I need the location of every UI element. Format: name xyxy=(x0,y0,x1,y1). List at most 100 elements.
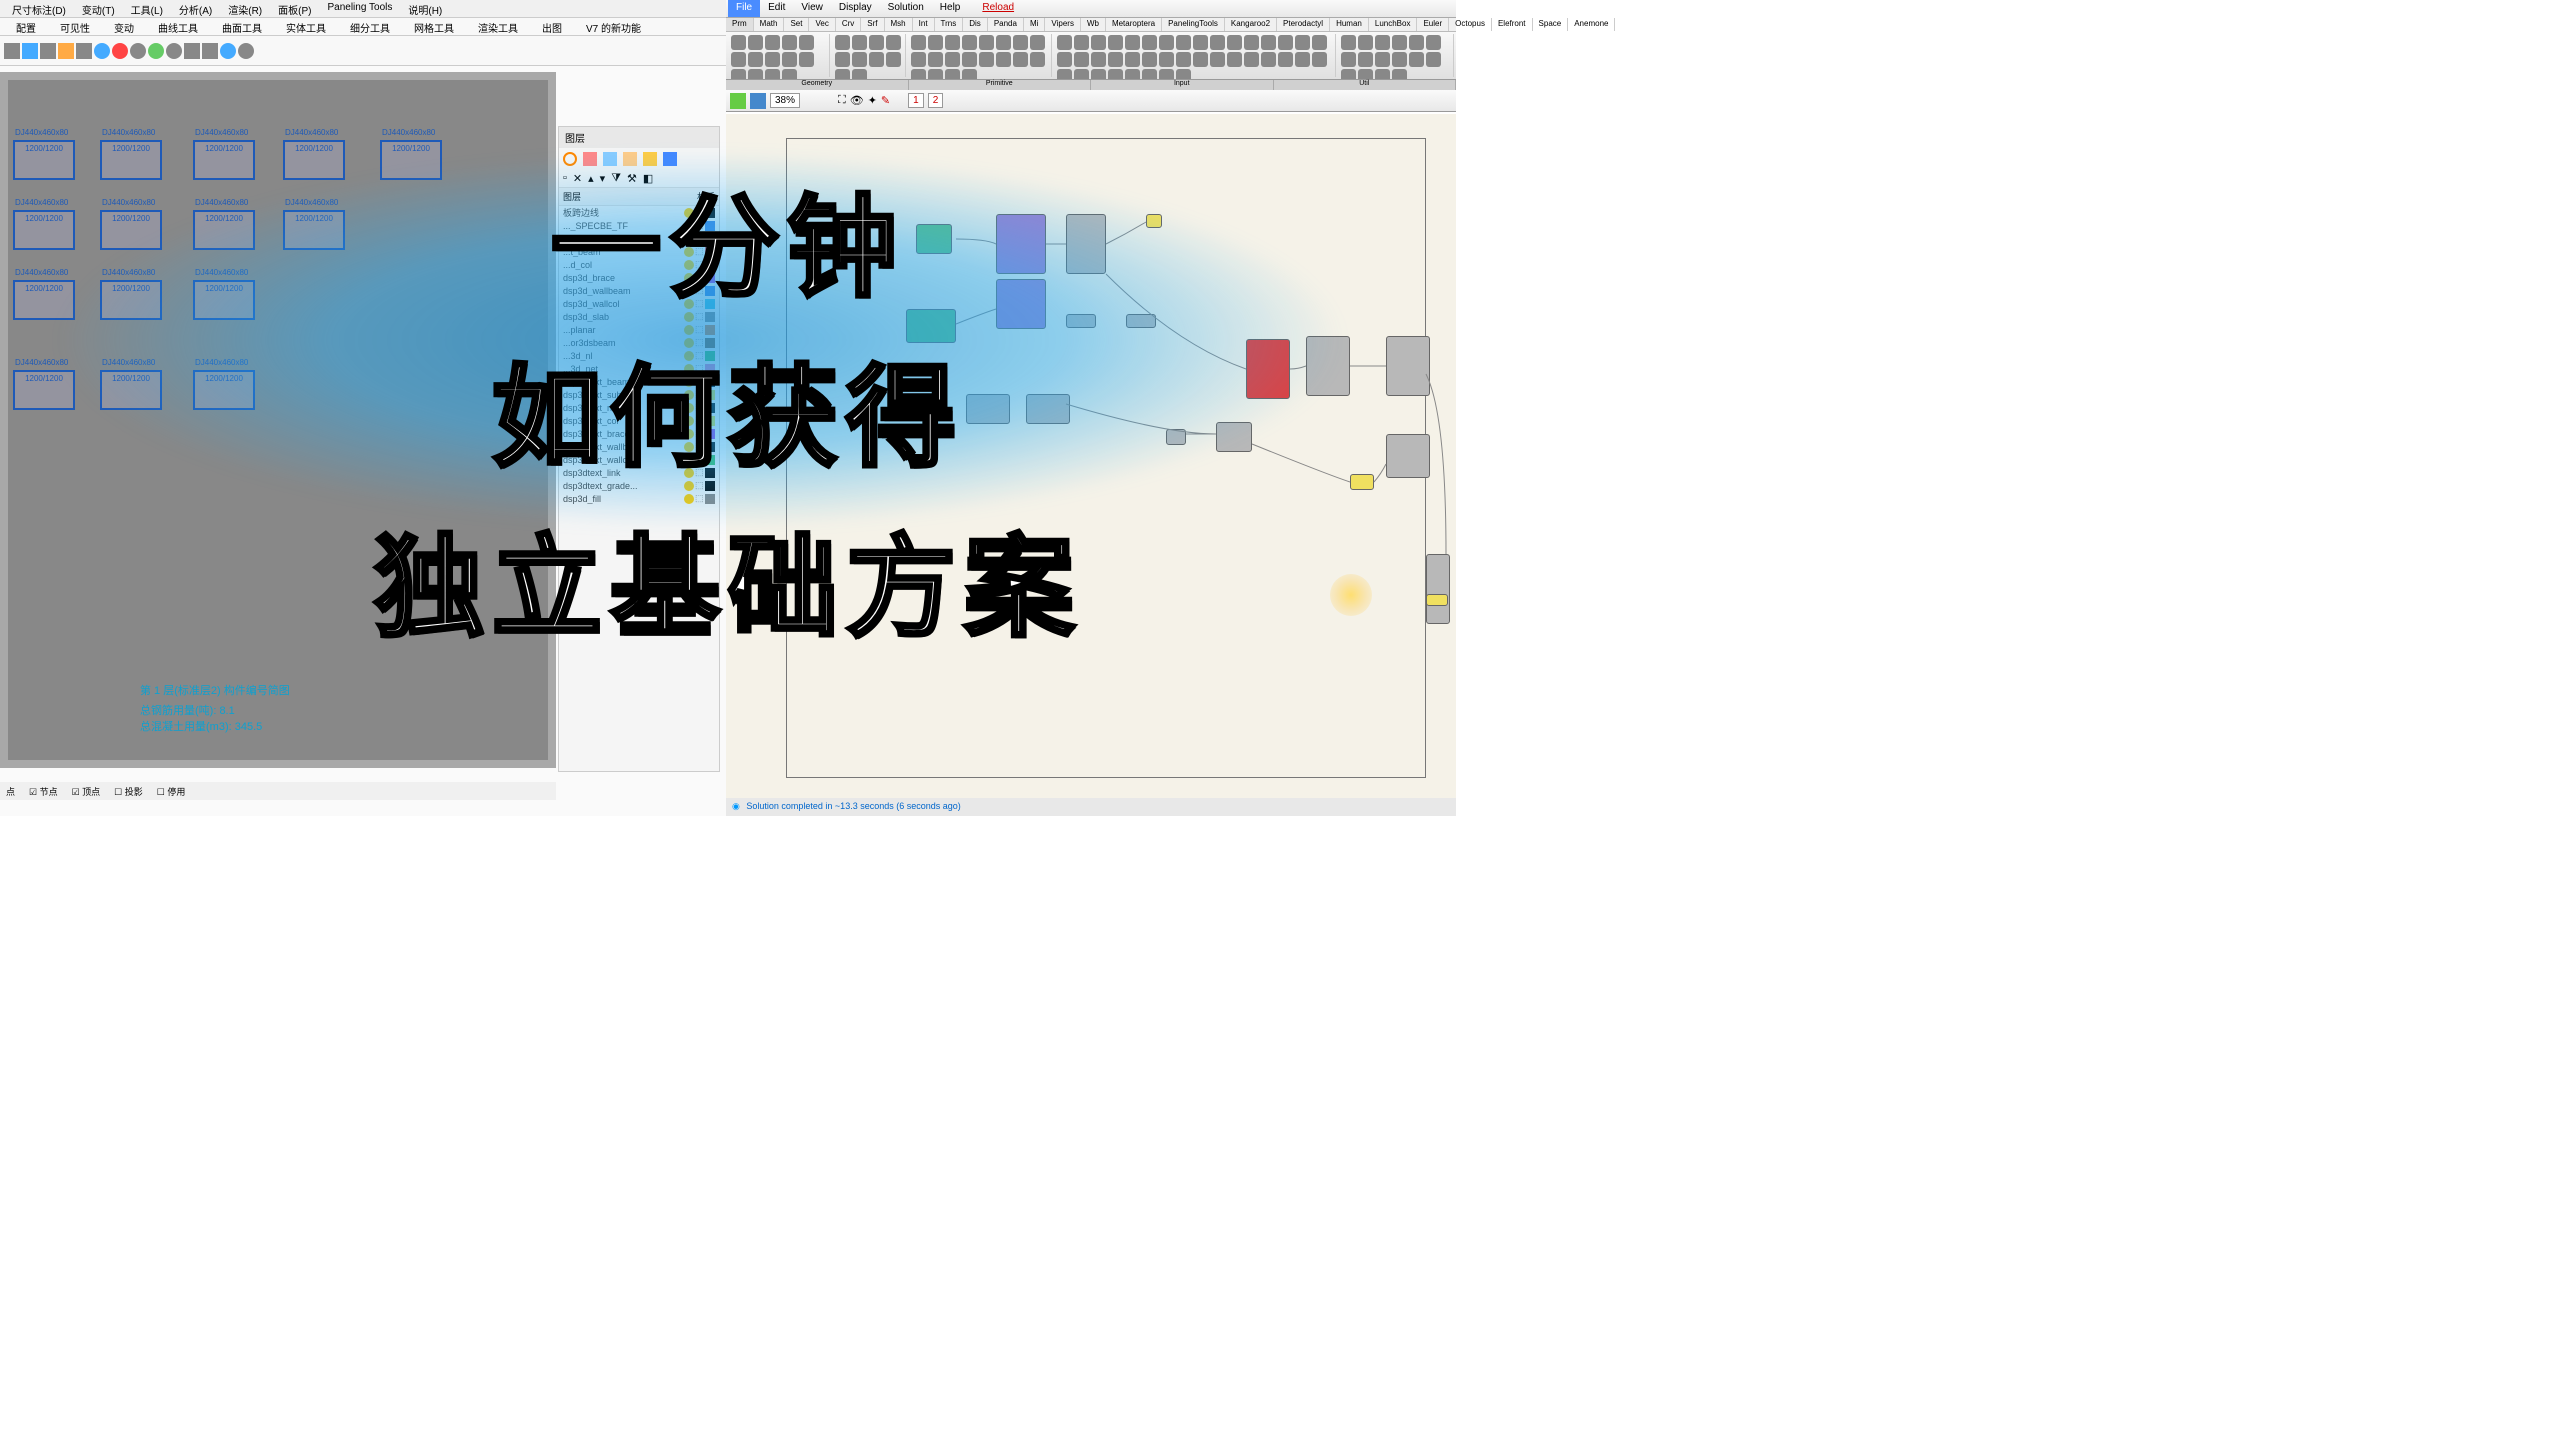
visibility-icon[interactable] xyxy=(684,221,694,231)
gh-component-icon[interactable] xyxy=(945,35,960,50)
gh-plugin-tab[interactable]: Trns xyxy=(935,18,964,31)
footing-block[interactable]: DJ440x460x80 1200/1200 xyxy=(283,210,345,250)
color-swatch[interactable] xyxy=(705,351,715,361)
gh-component-icon[interactable] xyxy=(1142,69,1157,80)
color-swatch[interactable] xyxy=(705,299,715,309)
footing-block[interactable]: DJ440x460x80 1200/1200 xyxy=(100,210,162,250)
gh-node[interactable] xyxy=(1166,429,1186,445)
gh-component-icon[interactable] xyxy=(1295,52,1310,67)
gh-component-icon[interactable] xyxy=(1409,52,1424,67)
lock-icon[interactable]: ⬚ xyxy=(695,376,703,387)
layer-row[interactable]: dsp3dtext_brace ⬚ xyxy=(559,427,719,440)
cplane-icon[interactable] xyxy=(22,43,38,59)
layer-row[interactable]: 板跨边线 ⬚ xyxy=(559,206,719,219)
gh-plugin-tab[interactable]: Int xyxy=(913,18,935,31)
lock-icon[interactable]: ⬚ xyxy=(695,454,703,465)
rhino-tab-item[interactable]: 渲染工具 xyxy=(466,18,530,35)
gh-node[interactable] xyxy=(1306,336,1350,396)
rhino-tab-item[interactable]: 曲线工具 xyxy=(146,18,210,35)
gh-component-icon[interactable] xyxy=(1125,35,1140,50)
gh-component-icon[interactable] xyxy=(748,52,763,67)
gh-component-icon[interactable] xyxy=(1392,52,1407,67)
lock-icon[interactable]: ⬚ xyxy=(695,428,703,439)
gh-plugin-tab[interactable]: Dis xyxy=(963,18,988,31)
gh-node[interactable] xyxy=(1146,214,1162,228)
gh-component-icon[interactable] xyxy=(1193,52,1208,67)
gh-component-icon[interactable] xyxy=(1409,35,1424,50)
gh-component-icon[interactable] xyxy=(1227,35,1242,50)
osnap-item[interactable]: 点 xyxy=(6,785,15,797)
gh-component-icon[interactable] xyxy=(1210,35,1225,50)
view-1-button[interactable]: 1 xyxy=(908,93,924,108)
layer-row[interactable]: ...3d_net ⬚ xyxy=(559,362,719,375)
rhino-menu-item[interactable]: Paneling Tools xyxy=(319,0,400,17)
gh-component-icon[interactable] xyxy=(731,52,746,67)
visibility-icon[interactable] xyxy=(684,208,694,218)
wand-icon[interactable]: ✦ xyxy=(868,94,877,107)
preview-icon[interactable]: 👁 xyxy=(850,94,864,107)
visibility-icon[interactable] xyxy=(684,234,694,244)
footing-block[interactable]: DJ440x460x80 1200/1200 xyxy=(13,370,75,410)
gh-node[interactable] xyxy=(1126,314,1156,328)
gh-component-icon[interactable] xyxy=(1074,69,1089,80)
gh-component-icon[interactable] xyxy=(869,52,884,67)
layer-row[interactable]: dsp3d_fill ⬚ xyxy=(559,492,719,505)
gh-menu-item[interactable]: Help xyxy=(932,0,969,17)
open-icon[interactable] xyxy=(730,93,746,109)
gh-component-icon[interactable] xyxy=(1193,35,1208,50)
lock-icon[interactable]: ⬚ xyxy=(695,402,703,413)
rhino-tab-item[interactable]: 曲面工具 xyxy=(210,18,274,35)
gh-component-icon[interactable] xyxy=(765,35,780,50)
gh-plugin-tab[interactable]: Octopus xyxy=(1449,18,1492,31)
gh-component-icon[interactable] xyxy=(979,35,994,50)
visibility-icon[interactable] xyxy=(684,390,694,400)
gh-component-icon[interactable] xyxy=(731,69,746,80)
lock-icon[interactable]: ⬚ xyxy=(695,441,703,452)
gh-node[interactable] xyxy=(916,224,952,254)
gh-node[interactable] xyxy=(1426,554,1450,624)
gh-component-icon[interactable] xyxy=(1392,35,1407,50)
color-swatch[interactable] xyxy=(705,455,715,465)
footing-block[interactable]: DJ440x460x80 1200/1200 xyxy=(193,210,255,250)
visibility-icon[interactable] xyxy=(684,351,694,361)
gh-node[interactable] xyxy=(1026,394,1070,424)
lock-icon[interactable]: ⬚ xyxy=(695,311,703,322)
gh-component-icon[interactable] xyxy=(1013,52,1028,67)
gh-component-icon[interactable] xyxy=(1108,35,1123,50)
rhino-menu-item[interactable]: 面板(P) xyxy=(270,0,319,17)
visibility-icon[interactable] xyxy=(684,325,694,335)
gh-plugin-tab[interactable]: Prm xyxy=(726,18,754,31)
color-swatch[interactable] xyxy=(705,325,715,335)
lock-icon[interactable]: ⬚ xyxy=(695,363,703,374)
gh-component-icon[interactable] xyxy=(1278,35,1293,50)
gh-node[interactable] xyxy=(1386,434,1430,478)
color-icon[interactable]: ◧ xyxy=(643,172,653,185)
gh-component-icon[interactable] xyxy=(996,52,1011,67)
color-swatch[interactable] xyxy=(705,286,715,296)
lock-icon[interactable]: ⬚ xyxy=(695,389,703,400)
footing-block[interactable]: DJ440x460x80 1200/1200 xyxy=(13,140,75,180)
gh-component-icon[interactable] xyxy=(945,69,960,80)
rhino-menu-item[interactable]: 工具(L) xyxy=(123,0,171,17)
del-layer-icon[interactable]: ✕ xyxy=(573,172,582,185)
gh-component-icon[interactable] xyxy=(1244,35,1259,50)
visibility-icon[interactable] xyxy=(684,494,694,504)
gh-component-icon[interactable] xyxy=(852,35,867,50)
visibility-icon[interactable] xyxy=(684,247,694,257)
lock-icon[interactable]: ⬚ xyxy=(695,272,703,283)
gh-component-icon[interactable] xyxy=(1091,52,1106,67)
render-tab-icon[interactable] xyxy=(603,152,617,166)
visibility-icon[interactable] xyxy=(684,442,694,452)
gh-component-icon[interactable] xyxy=(869,35,884,50)
gh-component-icon[interactable] xyxy=(1159,52,1174,67)
layer-row[interactable]: dsp3dtext_col ⬚ xyxy=(559,414,719,427)
visibility-icon[interactable] xyxy=(684,403,694,413)
color-swatch[interactable] xyxy=(705,442,715,452)
gh-component-icon[interactable] xyxy=(911,69,926,80)
gh-component-icon[interactable] xyxy=(748,35,763,50)
gh-plugin-tab[interactable]: Msh xyxy=(885,18,913,31)
visibility-icon[interactable] xyxy=(684,286,694,296)
gh-component-icon[interactable] xyxy=(1159,69,1174,80)
gh-component-icon[interactable] xyxy=(765,52,780,67)
footing-block[interactable]: DJ440x460x80 1200/1200 xyxy=(283,140,345,180)
